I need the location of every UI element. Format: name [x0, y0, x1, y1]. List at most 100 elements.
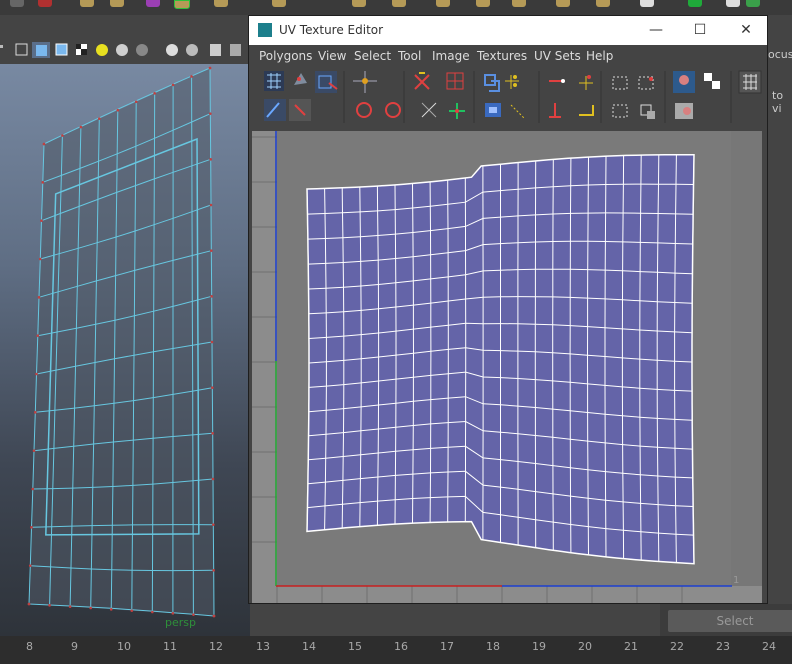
shelf-tool-icon[interactable]: [596, 0, 610, 7]
mesh-vertex: [35, 372, 38, 376]
menu-textures[interactable]: Textures: [477, 49, 527, 63]
uv-straighten-icon[interactable]: [421, 102, 437, 118]
mesh-vertex: [41, 181, 45, 184]
shelf-tool-icon[interactable]: [214, 0, 228, 7]
menu-tool[interactable]: Tool: [398, 49, 421, 63]
time-slider[interactable]: 8 9 10 11 12 13 14 15 16 17 18 19 20 21 …: [0, 636, 792, 664]
mesh-vertex: [211, 386, 214, 389]
shelf-tool-icon[interactable]: [436, 0, 450, 7]
timeline-tick: 21: [624, 640, 638, 653]
close-button[interactable]: ✕: [723, 16, 769, 45]
maximize-button[interactable]: ☐: [677, 16, 723, 45]
uv-align-icon[interactable]: [449, 103, 465, 119]
textured-icon[interactable]: [76, 44, 87, 55]
smooth-shade-cube-icon[interactable]: [32, 42, 50, 58]
shelf-tool-icon[interactable]: [80, 0, 94, 7]
minimize-button[interactable]: —: [633, 16, 679, 45]
uv-image-icon[interactable]: [638, 76, 654, 90]
shelf-tool-icon[interactable]: [556, 0, 570, 7]
uv-canvas[interactable]: 1: [252, 131, 762, 603]
uv-dim-image-icon[interactable]: [675, 103, 693, 119]
mesh-vertex: [89, 606, 92, 610]
uv-normalize-icon[interactable]: [549, 103, 561, 118]
mesh-vertex: [209, 203, 213, 207]
timeline-tick: 13: [256, 640, 270, 653]
uv-filter-icon[interactable]: [640, 104, 655, 119]
menu-help[interactable]: Help: [586, 49, 613, 63]
wireframe-cube-icon[interactable]: [15, 43, 28, 56]
shelf-tool-icon[interactable]: [512, 0, 526, 7]
mesh-vertex: [61, 134, 64, 137]
uv-unfold-icon[interactable]: [485, 103, 501, 117]
lighting-icon[interactable]: [96, 44, 108, 56]
timeline-tick: 10: [117, 640, 131, 653]
menu-polygons[interactable]: Polygons: [259, 49, 312, 63]
attribute-panel-strip: ocus to vi: [768, 15, 792, 636]
uv-merge-icon[interactable]: [484, 74, 500, 92]
menu-image[interactable]: Image: [432, 49, 470, 63]
menu-uv-sets[interactable]: UV Sets: [534, 49, 581, 63]
uv-move-icon[interactable]: [294, 73, 307, 85]
uv-shell-icon[interactable]: [289, 99, 311, 121]
mesh-vertex: [33, 411, 37, 414]
uv-snap-icon[interactable]: [510, 104, 526, 120]
shelf-tool-icon[interactable]: [110, 0, 124, 7]
shelf-tool-icon[interactable]: [746, 0, 760, 7]
uv-smudge-icon[interactable]: [264, 99, 286, 121]
uv-rotate-icon[interactable]: [414, 72, 430, 90]
uv-map-icon[interactable]: [579, 105, 594, 116]
shelf-tool-icon[interactable]: [688, 0, 702, 7]
uv-rotate-cw-icon[interactable]: [385, 102, 401, 118]
menu-view[interactable]: View: [318, 49, 346, 63]
maya-logo-icon: [258, 23, 272, 37]
shelf-tool-icon[interactable]: [476, 0, 490, 7]
uv-lattice-icon[interactable]: [315, 71, 338, 93]
shelf-tool-icon[interactable]: [38, 0, 52, 7]
uv-grid-display-icon[interactable]: [738, 70, 762, 94]
panel-handle-icon: [0, 45, 3, 48]
menu-select[interactable]: Select: [354, 49, 391, 63]
mesh-vertex: [79, 125, 83, 129]
mesh-vertex: [32, 449, 36, 452]
shelf-tool-icon[interactable]: [174, 0, 190, 9]
perspective-viewport[interactable]: persp: [0, 64, 250, 636]
select-button[interactable]: Select: [668, 610, 792, 632]
wire-on-shaded-icon[interactable]: [55, 43, 68, 56]
shelf-tool-icon[interactable]: [640, 0, 654, 7]
mesh-vertex: [190, 75, 193, 78]
shelf-tool-icon[interactable]: [352, 0, 366, 7]
mesh-vertex: [210, 295, 213, 298]
window-titlebar[interactable]: UV Texture Editor — ☐ ✕: [249, 16, 767, 45]
shelf-tool-icon[interactable]: [272, 0, 286, 7]
xray-icon[interactable]: [186, 44, 198, 56]
mesh-vertex: [134, 100, 138, 104]
mesh-vertex: [38, 257, 42, 261]
mesh-vertex: [209, 158, 212, 161]
shelf-tool-icon[interactable]: [10, 0, 24, 7]
uv-grid-icon[interactable]: [612, 76, 628, 90]
mesh-vertex: [153, 92, 156, 95]
uv-isolate-icon[interactable]: [612, 104, 628, 118]
ambient-occlusion-icon[interactable]: [136, 44, 148, 56]
uv-split-icon[interactable]: [549, 79, 565, 83]
uv-rotate-ccw-icon[interactable]: [356, 102, 372, 118]
shelf-tool-icon[interactable]: [726, 0, 740, 7]
shelf-tool-icon[interactable]: [392, 0, 406, 7]
uv-checker-icon[interactable]: [673, 71, 720, 93]
mesh-vertex: [36, 334, 40, 337]
xray-components-icon[interactable]: [230, 44, 241, 56]
uv-layout-icon[interactable]: [579, 75, 593, 90]
camera-label: persp: [165, 616, 196, 629]
timeline-tick: 9: [71, 640, 78, 653]
shelf-tool-icon[interactable]: [146, 0, 160, 7]
wireframe-mesh: [27, 66, 216, 618]
isolate-select-icon[interactable]: [166, 44, 178, 56]
xray-joints-icon[interactable]: [210, 44, 221, 56]
timeline-tick: 22: [670, 640, 684, 653]
uv-sew-icon[interactable]: [505, 75, 519, 89]
uv-cut-icon[interactable]: [446, 72, 464, 90]
shadows-icon[interactable]: [116, 44, 128, 56]
uv-select-icon[interactable]: [264, 71, 284, 91]
timeline-tick: 20: [578, 640, 592, 653]
uv-flip-icon[interactable]: [353, 71, 377, 93]
